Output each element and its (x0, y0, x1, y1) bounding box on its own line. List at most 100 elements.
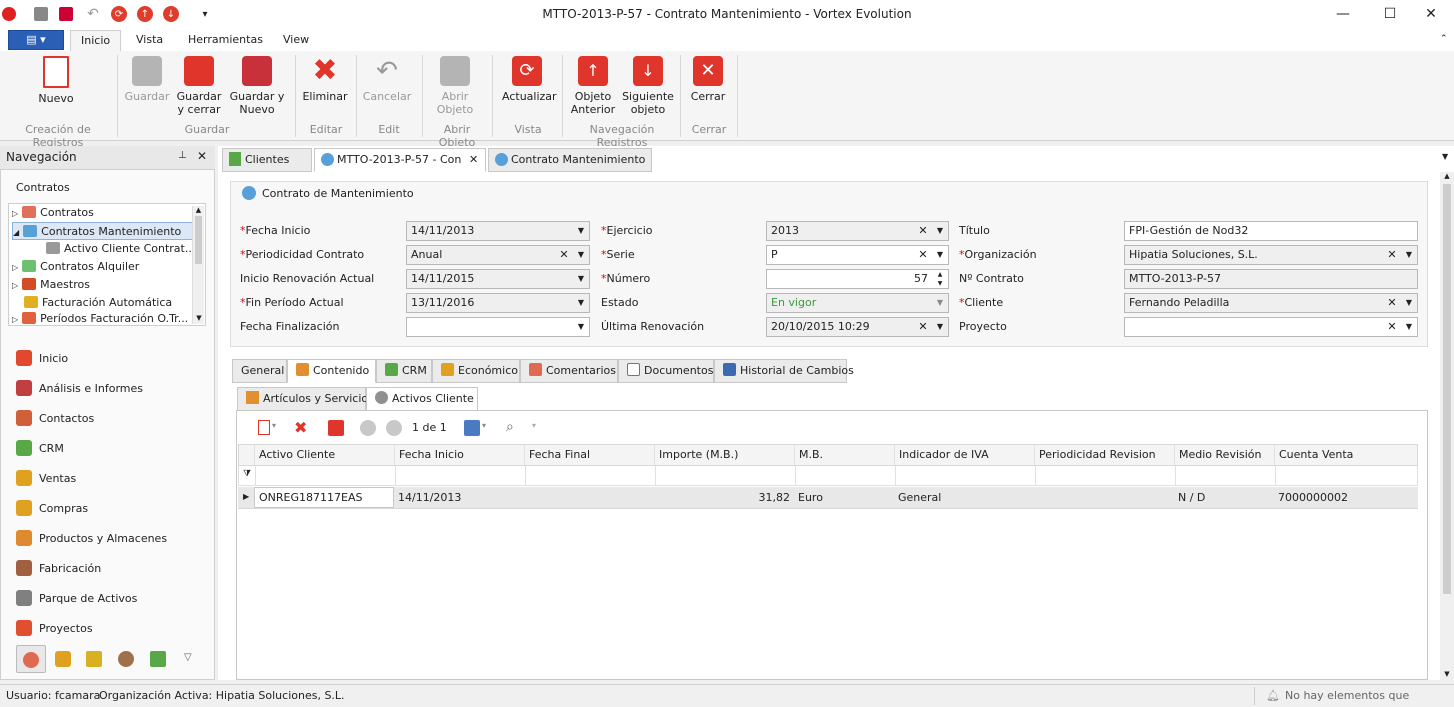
cancel-button[interactable]: ↶ Cancelar (362, 56, 412, 103)
clear-icon[interactable]: ✕ (915, 222, 931, 240)
content-tab-historial[interactable]: Historial de Cambios (714, 359, 854, 383)
new-row-dropdown-icon[interactable]: ▾ (272, 421, 276, 430)
tab-herramientas[interactable]: Herramientas (178, 30, 273, 52)
doc-tab-clientes[interactable]: Clientes (222, 148, 312, 172)
close-nav-icon[interactable]: ✕ (197, 149, 207, 163)
doc-tab-mtto[interactable]: MTTO-2013-P-57 - Con ✕ (314, 148, 486, 172)
numero-field[interactable]: 57 ▲ ▼ (766, 269, 949, 289)
pin-icon[interactable]: ⊥ (178, 150, 187, 161)
cell-cuenta-venta[interactable]: 7000000002 (1274, 487, 1416, 509)
save-new-button[interactable]: Guardar y Nuevo (228, 56, 286, 116)
clear-icon[interactable]: ✕ (1384, 318, 1400, 336)
cliente-field[interactable]: Fernando Peladilla ✕ ▼ (1124, 293, 1418, 313)
close-button[interactable]: ✕ Cerrar (688, 56, 728, 103)
cell-mb[interactable]: Euro (794, 487, 894, 509)
close-window-button[interactable]: ✕ (1408, 2, 1454, 26)
nav-item-ventas[interactable]: Ventas (16, 468, 76, 490)
fin-periodo-field[interactable]: 13/11/2016 ▼ (406, 293, 590, 313)
export-dropdown-icon[interactable]: ▾ (482, 421, 486, 430)
col-mb[interactable]: M.B. (795, 445, 895, 465)
nav-item-compras[interactable]: Compras (16, 498, 88, 520)
clear-icon[interactable]: ✕ (556, 246, 572, 264)
nav-item-proyectos[interactable]: Proyectos (16, 618, 93, 640)
tree-item-periodos[interactable]: ▷ Períodos Facturación O.Tr... (12, 312, 188, 326)
nav-footer-billing-icon[interactable] (86, 651, 102, 667)
dropdown-arrow-icon[interactable]: ▼ (932, 222, 948, 240)
tree-scrollbar[interactable]: ▲ ▼ (192, 206, 204, 324)
content-tab-crm[interactable]: CRM (376, 359, 432, 383)
titulo-field[interactable]: FPI-Gestión de Nod32 (1124, 221, 1418, 241)
col-activo-cliente[interactable]: Activo Cliente (255, 445, 395, 465)
nav-footer-contracts-button[interactable] (16, 645, 46, 673)
nav-item-contactos[interactable]: Contactos (16, 408, 94, 430)
tab-inicio[interactable]: Inicio (70, 30, 122, 52)
dropdown-arrow-icon[interactable]: ▼ (573, 294, 589, 312)
serie-field[interactable]: P ✕ ▼ (766, 245, 949, 265)
dropdown-arrow-icon[interactable]: ▼ (1401, 246, 1417, 264)
nav-footer-transfer-icon[interactable] (55, 651, 71, 667)
dropdown-arrow-icon[interactable]: ▼ (573, 246, 589, 264)
save-button[interactable]: Guardar (122, 56, 172, 103)
save-close-button[interactable]: Guardar y cerrar (174, 56, 224, 116)
grid-next-icon[interactable] (386, 420, 402, 436)
subtab-activos-cliente[interactable]: Activos Cliente (366, 387, 478, 411)
spinner-icon[interactable]: ▲ ▼ (932, 270, 948, 288)
tree-item-activo-cliente[interactable]: Activo Cliente Contrat... (46, 240, 195, 258)
minimize-button[interactable]: — (1320, 2, 1366, 26)
tree-item-contratos-alquiler[interactable]: ▷ Contratos Alquiler (12, 258, 139, 276)
organizacion-field[interactable]: Hipatia Soluciones, S.L. ✕ ▼ (1124, 245, 1418, 265)
clear-icon[interactable]: ✕ (1384, 246, 1400, 264)
cell-importe[interactable]: 31,82 (654, 487, 794, 509)
save-grid-icon[interactable] (328, 420, 344, 436)
cell-indicador-iva[interactable]: General (894, 487, 1034, 509)
clear-icon[interactable]: ✕ (915, 318, 931, 336)
dropdown-arrow-icon[interactable]: ▼ (573, 222, 589, 240)
next-object-button[interactable]: ↓ Siguiente objeto (622, 56, 674, 116)
estado-field[interactable]: En vigor ▼ (766, 293, 949, 313)
grid-prev-icon[interactable] (360, 420, 376, 436)
grid-filter-row[interactable]: ⧩ (238, 466, 1418, 486)
cell-fecha-inicio[interactable]: 14/11/2013 (394, 487, 524, 509)
table-row[interactable]: ▶ ONREG187117EAS 14/11/2013 31,82 Euro G… (238, 487, 1418, 509)
dropdown-arrow-icon[interactable]: ▼ (1401, 294, 1417, 312)
dropdown-arrow-icon[interactable]: ▼ (1401, 318, 1417, 336)
cell-activo-cliente[interactable]: ONREG187117EAS (254, 487, 394, 508)
col-medio-revision[interactable]: Medio Revisión (1175, 445, 1275, 465)
app-menu-button[interactable]: ▤ ▾ (8, 30, 64, 50)
ejercicio-field[interactable]: 2013 ✕ ▼ (766, 221, 949, 241)
content-tab-contenido[interactable]: Contenido (287, 359, 376, 383)
export-icon[interactable] (464, 420, 480, 436)
ultima-renovacion-field[interactable]: 20/10/2015 10:29 ✕ ▼ (766, 317, 949, 337)
col-indicador-iva[interactable]: Indicador de IVA (895, 445, 1035, 465)
clear-icon[interactable]: ✕ (915, 246, 931, 264)
clear-icon[interactable]: ✕ (1384, 294, 1400, 312)
periodicidad-field[interactable]: Anual ✕ ▼ (406, 245, 590, 265)
doc-tab-contrato-mantenimiento[interactable]: Contrato Mantenimiento (488, 148, 652, 172)
n-contrato-field[interactable]: MTTO-2013-P-57 (1124, 269, 1418, 289)
delete-row-icon[interactable]: ✖ (294, 418, 307, 437)
main-scrollbar[interactable]: ▲ ▼ (1440, 172, 1454, 680)
search-icon[interactable]: ⌕ (506, 419, 514, 435)
col-periodicidad-revision[interactable]: Periodicidad Revision (1035, 445, 1175, 465)
col-fecha-final[interactable]: Fecha Final (525, 445, 655, 465)
col-importe[interactable]: Importe (M.B.) (655, 445, 795, 465)
cell-medio-revision[interactable]: N / D (1174, 487, 1274, 509)
tree-item-facturacion[interactable]: Facturación Automática (24, 294, 172, 312)
tab-view[interactable]: View (273, 30, 319, 52)
col-cuenta-venta[interactable]: Cuenta Venta (1275, 445, 1417, 465)
dropdown-arrow-icon[interactable]: ▼ (573, 270, 589, 288)
nav-item-crm[interactable]: CRM (16, 438, 64, 460)
fecha-inicio-field[interactable]: 14/11/2013 ▼ (406, 221, 590, 241)
new-row-icon[interactable] (258, 420, 270, 435)
inicio-renovacion-field[interactable]: 14/11/2015 ▼ (406, 269, 590, 289)
previous-object-button[interactable]: ↑ Objeto Anterior (569, 56, 617, 116)
filter-icon[interactable]: ⧩ (243, 469, 251, 479)
content-tab-economico[interactable]: Económico (432, 359, 520, 383)
maximize-button[interactable]: ☐ (1367, 2, 1413, 26)
content-tab-documentos[interactable]: Documentos (618, 359, 714, 383)
nav-item-fabricacion[interactable]: Fabricación (16, 558, 101, 580)
tree-item-contratos-mantenimiento[interactable]: ◢ Contratos Mantenimiento (12, 222, 194, 240)
dropdown-arrow-icon[interactable]: ▼ (932, 318, 948, 336)
search-dropdown-icon[interactable]: ▾ (532, 421, 536, 430)
refresh-button[interactable]: ⟳ Actualizar (502, 56, 557, 103)
